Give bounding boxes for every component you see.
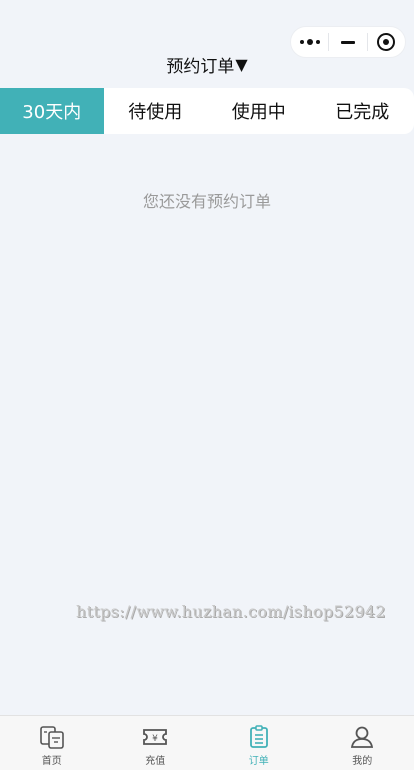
mini-program-capsule (290, 26, 406, 58)
tab-30-days[interactable]: 30天内 (0, 88, 104, 134)
target-circle-icon (377, 33, 396, 51)
tab-completed[interactable]: 已完成 (311, 88, 414, 134)
nav-label-recharge: 充值 (145, 756, 166, 767)
home-menu-icon (39, 724, 65, 750)
svg-text:¥: ¥ (152, 734, 158, 744)
order-filter-tabs: 30天内 待使用 使用中 已完成 (0, 88, 414, 134)
tab-pending-use[interactable]: 待使用 (104, 88, 208, 134)
nav-item-recharge[interactable]: ¥ 充值 (104, 716, 208, 770)
more-dots-icon (299, 39, 320, 45)
nav-label-home: 首页 (41, 756, 62, 767)
page-title: 预约订单 (166, 56, 235, 77)
minus-icon (340, 40, 355, 44)
nav-item-home[interactable]: 首页 (0, 716, 104, 770)
nav-item-profile[interactable]: 我的 (311, 716, 414, 770)
close-button[interactable] (368, 27, 405, 57)
top-bar: 预约订单 ▼ (0, 0, 414, 88)
user-profile-icon (349, 724, 375, 750)
empty-state-message: 您还没有预约订单 (142, 192, 271, 211)
more-button[interactable] (291, 27, 328, 57)
nav-label-profile: 我的 (352, 756, 373, 767)
dropdown-arrow-icon: ▼ (235, 54, 248, 74)
clipboard-list-icon (246, 724, 272, 750)
watermark-url: https://www.huzhan.com/ishop52942 (76, 602, 386, 621)
bottom-nav: 首页 ¥ 充值 订单 我的 (0, 715, 414, 770)
ticket-yen-icon: ¥ (142, 724, 168, 750)
minimize-button[interactable] (329, 27, 366, 57)
tab-in-use[interactable]: 使用中 (207, 88, 311, 134)
nav-label-orders: 订单 (248, 756, 269, 767)
nav-item-orders[interactable]: 订单 (207, 716, 311, 770)
